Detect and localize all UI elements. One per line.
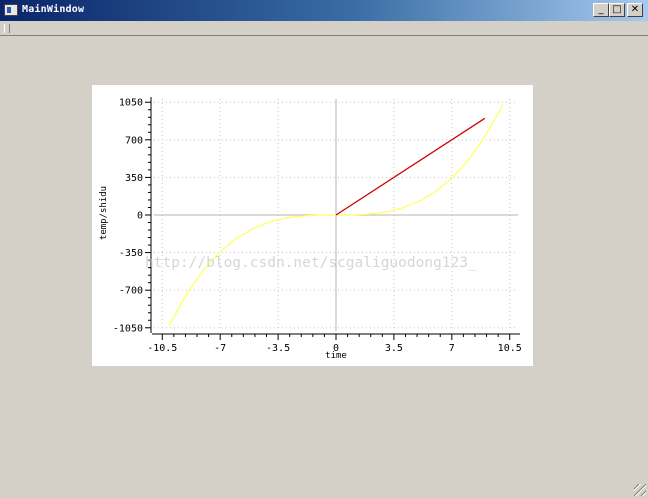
app-icon[interactable] [4,4,18,16]
x-tick-label: 10.5 [498,343,522,354]
toolbar [0,21,648,36]
x-tick-label: 7 [449,343,455,354]
x-tick-label: 3.5 [385,343,403,354]
y-tick-label: 0 [137,211,143,222]
y-tick-label: -350 [119,248,143,259]
y-tick-label: -1050 [113,323,143,334]
y-tick-label: 700 [125,135,143,146]
qwt-plot: -10.5 -7 -3.5 0 3.5 7 10.510507003500-350-700-… [99,97,522,361]
plot-canvas: -10.5 -7 -3.5 0 3.5 7 10.5 1050 700 350 0 -350 -700-… [92,85,533,366]
x-tick-label: -3.5 [266,343,290,354]
x-tick-label: -7 [214,343,226,354]
minimize-button[interactable]: _ [593,3,609,17]
y-tick-label: 1050 [119,98,143,109]
close-button[interactable]: ✕ [627,3,643,17]
y-tick-label: -700 [119,286,143,297]
x-tick-label: -10.5 [147,343,177,354]
maximize-button[interactable]: □ [609,3,625,17]
x-axis-label: time [325,351,347,361]
y-axis-label: temp/shidu [99,186,109,240]
toolbar-grip-handle[interactable] [4,24,10,33]
title-bar[interactable]: MainWindow _ □ ✕ [0,0,648,21]
window-title: MainWindow [22,4,85,15]
watermark-text: http://blog.csdn.net/scgaliguodong123_ [145,255,477,271]
y-tick-label: 350 [125,173,143,184]
resize-grip[interactable] [634,484,646,496]
